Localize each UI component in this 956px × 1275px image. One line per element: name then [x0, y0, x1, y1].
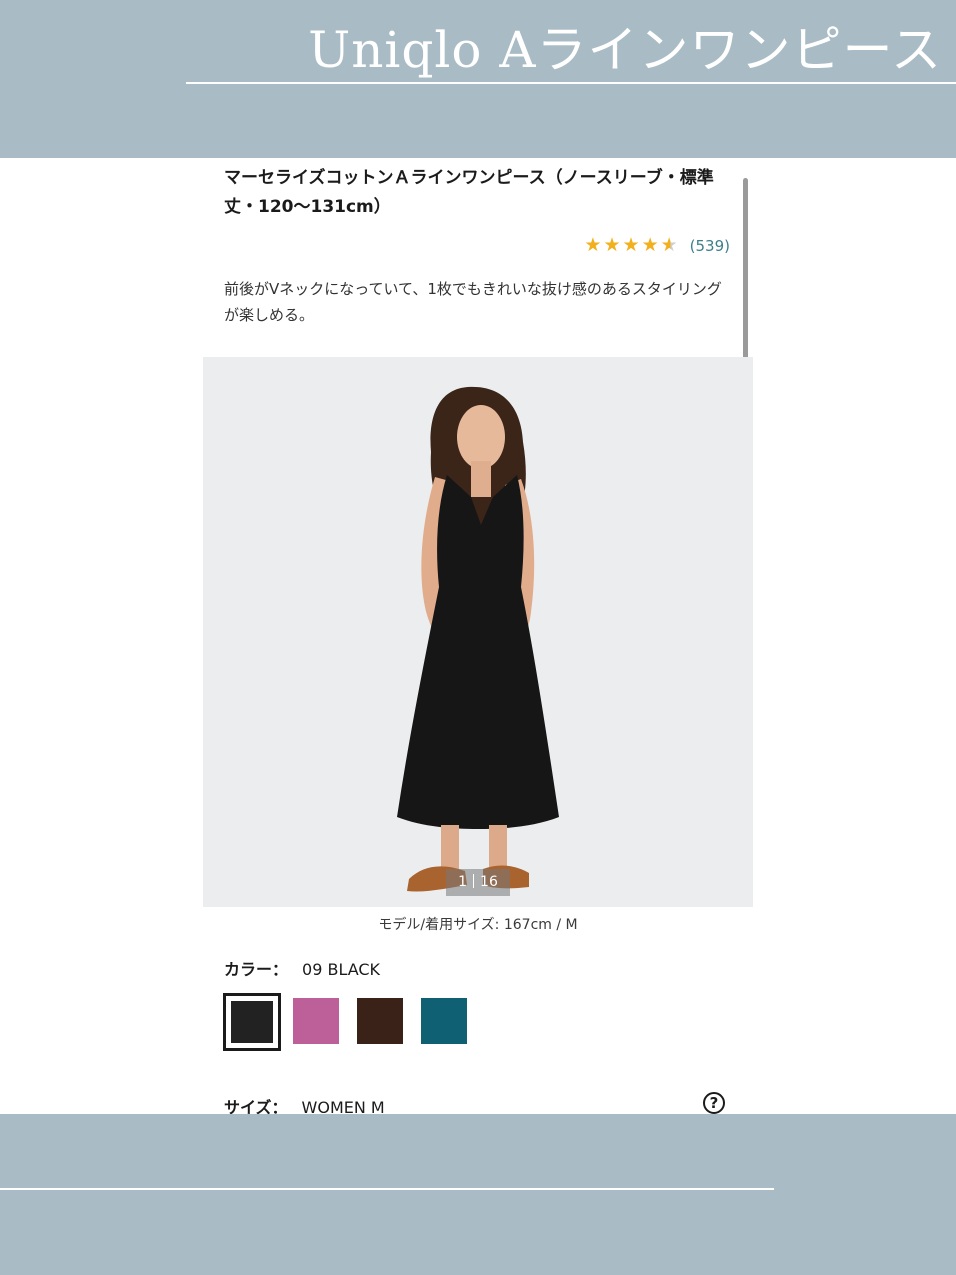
review-count-link[interactable]: (539)	[690, 237, 730, 255]
counter-divider	[473, 874, 475, 888]
question-circle-icon[interactable]: ?	[703, 1092, 725, 1114]
product-title: マーセライズコットンＡラインワンピース（ノースリーブ・標準丈・120〜131cm…	[224, 168, 714, 217]
bottom-banner	[0, 1114, 956, 1275]
photo-total-count: 16	[480, 874, 498, 890]
star-icon: ★	[603, 234, 621, 256]
color-swatch-brown[interactable]	[357, 998, 403, 1044]
color-selector-row: カラー： 09 BLACK	[224, 956, 380, 980]
rating-stars: ★ ★ ★ ★ ★	[584, 236, 679, 255]
star-icon: ★	[641, 234, 659, 256]
photo-counter: 1 16	[446, 869, 510, 896]
model-size-info: モデル/着用サイズ: 167cm / M	[378, 917, 578, 933]
photo-current-index: 1	[458, 874, 468, 890]
product-photo[interactable]	[203, 357, 753, 907]
banner-title: Uniqlo Aラインワンピース	[308, 21, 942, 79]
color-swatch-pink[interactable]	[293, 998, 339, 1044]
model-wearing-dress-image	[203, 357, 753, 907]
star-icon: ★	[584, 234, 602, 256]
product-rating[interactable]: ★ ★ ★ ★ ★ (539)	[584, 236, 730, 255]
half-star-icon: ★	[660, 234, 678, 256]
star-icon: ★	[622, 234, 640, 256]
selected-color-value: 09 BLACK	[302, 960, 381, 979]
color-swatches	[223, 993, 485, 1051]
swatch-fill	[229, 999, 275, 1045]
banner-divider-bottom	[0, 1188, 774, 1190]
color-label: カラー：	[224, 960, 289, 979]
banner-divider-top	[186, 82, 956, 84]
product-description: 前後がVネックになっていて、1枚でもきれいな抜け感のあるスタイリングが楽しめる。	[224, 280, 722, 324]
color-swatch-teal[interactable]	[421, 998, 467, 1044]
color-swatch-black[interactable]	[223, 993, 281, 1051]
